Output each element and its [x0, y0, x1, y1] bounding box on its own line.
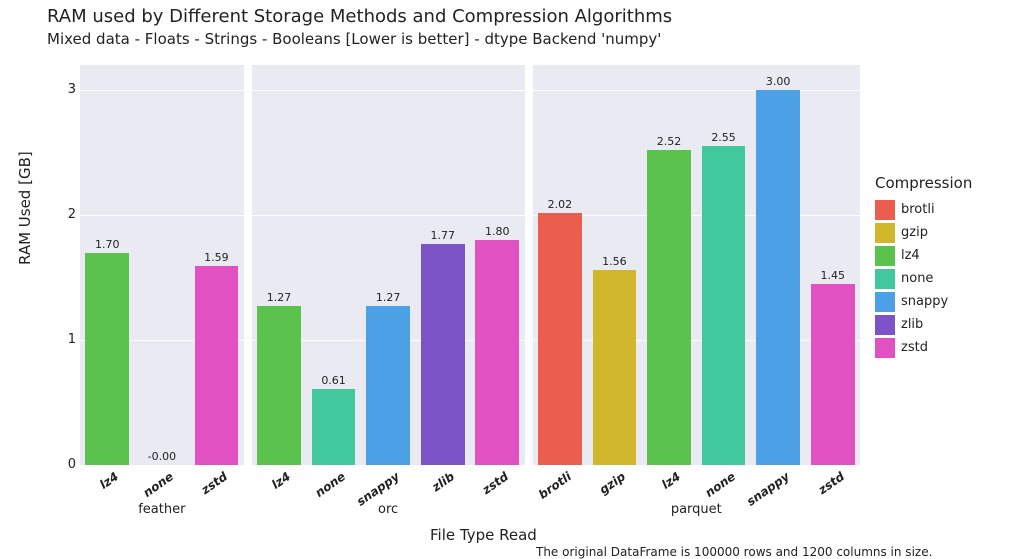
chart-caption: The original DataFrame is 100000 rows an… — [536, 545, 932, 559]
bar-parquet-gzip — [593, 270, 637, 465]
y-tick: 3 — [58, 82, 76, 97]
bar-value-label: 0.61 — [321, 374, 346, 387]
legend-label: gzip — [901, 225, 928, 240]
legend: Compression brotli gzip lz4 none snappy zlib z… — [875, 174, 1015, 359]
x-tick-compression: zstd — [798, 469, 847, 509]
x-tick-compression: lz4 — [244, 469, 293, 509]
x-tick-compression: none — [299, 469, 348, 509]
y-tick: 1 — [58, 332, 76, 347]
bar-value-label: -0.00 — [148, 450, 176, 463]
plot-area: 1.70 -0.00 1.59 1.27 0.61 1.27 1.77 1.80 2.02 1.5… — [80, 65, 860, 465]
bar-orc-zstd — [475, 240, 519, 465]
legend-item-zstd: zstd — [875, 336, 1015, 359]
bar-orc-zlib — [421, 244, 465, 465]
legend-item-brotli: brotli — [875, 198, 1015, 221]
bar-value-label: 1.70 — [95, 238, 120, 251]
chart-figure: RAM used by Different Storage Methods an… — [0, 0, 1024, 558]
legend-label: brotli — [901, 202, 935, 217]
bar-feather-zstd — [195, 266, 239, 465]
bar-value-label: 2.55 — [711, 131, 736, 144]
x-tick-compression: zstd — [462, 469, 511, 509]
bar-parquet-brotli — [538, 213, 582, 466]
bar-orc-none — [312, 389, 356, 465]
legend-label: snappy — [901, 294, 948, 309]
legend-label: none — [901, 271, 933, 286]
x-tick-compression: brotli — [525, 469, 574, 509]
legend-swatch — [875, 200, 895, 220]
y-axis-label: RAM Used [GB] — [16, 151, 34, 265]
legend-swatch — [875, 315, 895, 335]
bar-parquet-zstd — [811, 284, 855, 465]
bar-value-label: 1.80 — [485, 225, 510, 238]
bar-value-label: 1.56 — [602, 255, 627, 268]
legend-item-gzip: gzip — [875, 221, 1015, 244]
x-tick-compression: lz4 — [72, 469, 121, 509]
bar-value-label: 2.02 — [548, 198, 573, 211]
legend-item-zlib: zlib — [875, 313, 1015, 336]
y-tick: 0 — [58, 457, 76, 472]
legend-swatch — [875, 292, 895, 312]
legend-swatch — [875, 269, 895, 289]
bar-orc-lz4 — [257, 306, 301, 465]
bar-value-label: 1.59 — [204, 251, 229, 264]
x-tick-compression: gzip — [579, 469, 628, 509]
bar-parquet-lz4 — [647, 150, 691, 465]
x-tick-compression: snappy — [743, 469, 792, 509]
x-tick-group: parquet — [666, 502, 726, 517]
facet-separator — [525, 65, 533, 465]
legend-label: zlib — [901, 317, 923, 332]
legend-item-snappy: snappy — [875, 290, 1015, 313]
x-axis-label: File Type Read — [430, 526, 537, 544]
bar-feather-lz4 — [85, 253, 129, 466]
bar-parquet-snappy — [756, 90, 800, 465]
legend-swatch — [875, 223, 895, 243]
bar-value-label: 3.00 — [766, 75, 791, 88]
bar-value-label: 1.27 — [267, 291, 292, 304]
facet-separator — [244, 65, 252, 465]
bar-value-label: 2.52 — [657, 135, 682, 148]
legend-item-none: none — [875, 267, 1015, 290]
legend-swatch — [875, 246, 895, 266]
legend-label: zstd — [901, 340, 928, 355]
legend-title: Compression — [875, 174, 1015, 192]
legend-swatch — [875, 338, 895, 358]
y-tick: 2 — [58, 207, 76, 222]
x-tick-group: orc — [358, 502, 418, 517]
legend-label: lz4 — [901, 248, 920, 263]
x-tick-group: feather — [132, 502, 192, 517]
bar-orc-snappy — [366, 306, 410, 465]
legend-item-lz4: lz4 — [875, 244, 1015, 267]
bar-value-label: 1.27 — [376, 291, 401, 304]
chart-title: RAM used by Different Storage Methods an… — [47, 6, 672, 27]
chart-subtitle: Mixed data - Floats - Strings - Booleans… — [47, 30, 661, 48]
bar-value-label: 1.45 — [820, 269, 845, 282]
bar-parquet-none — [702, 146, 746, 465]
bar-value-label: 1.77 — [430, 229, 455, 242]
gridline — [80, 465, 860, 466]
gridline — [80, 90, 860, 91]
